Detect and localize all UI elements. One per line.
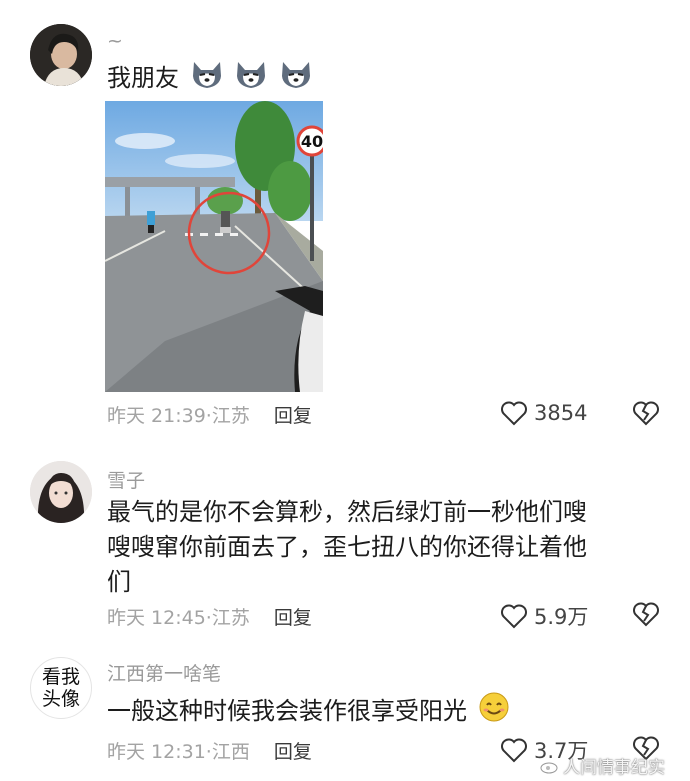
comment-time: 昨天 12:31 xyxy=(107,741,206,763)
broken-heart-icon xyxy=(633,602,659,627)
avatar[interactable] xyxy=(30,24,92,86)
comment-text-line: 们 xyxy=(107,568,131,596)
avatar-photo xyxy=(30,461,92,523)
heart-icon xyxy=(501,738,527,763)
weibo-logo-icon xyxy=(540,758,560,774)
smiling-face-emoji xyxy=(478,691,510,733)
comment-username[interactable]: 江西第一啥笔 xyxy=(107,659,221,686)
husky-dog-emoji xyxy=(279,58,313,100)
comment-location: 江苏 xyxy=(211,405,250,427)
avatar[interactable] xyxy=(30,461,92,523)
comment-text: 一般这种时候我会装作很享受阳光 xyxy=(107,691,647,733)
avatar-text: 看我 xyxy=(41,666,80,688)
watermark: 人间情事纪实 xyxy=(540,753,665,778)
comment-time: 昨天 21:39 xyxy=(107,405,206,427)
like-count: 5.9万 xyxy=(534,605,589,629)
dislike-button[interactable] xyxy=(632,400,660,430)
husky-dog-emoji xyxy=(234,58,268,100)
comment-username[interactable]: ~ xyxy=(107,30,123,52)
comment-text-body: 我朋友 xyxy=(107,64,179,92)
like-count: 3854 xyxy=(534,401,588,425)
comment-text-body: 一般这种时候我会装作很享受阳光 xyxy=(107,697,467,725)
comment-text: 最气的是你不会算秒，然后绿灯前一秒他们嗖 嗖嗖窜你前面去了，歪七扭八的你还得让着… xyxy=(107,495,647,600)
street-scene-image: 40 xyxy=(105,101,323,392)
avatar-photo xyxy=(30,24,92,86)
comment-text: 我朋友 xyxy=(107,58,647,100)
broken-heart-icon xyxy=(633,401,659,426)
husky-dog-emoji xyxy=(190,58,224,100)
comment-text-line: 最气的是你不会算秒，然后绿灯前一秒他们嗖 xyxy=(107,498,587,526)
comment-meta: 昨天 21:39·江苏 回复 xyxy=(107,405,312,427)
like-button[interactable]: 3854 xyxy=(500,400,587,426)
speed-limit-text: 40 xyxy=(301,132,323,151)
comment-photo[interactable]: 40 xyxy=(105,101,323,392)
reply-button[interactable]: 回复 xyxy=(274,607,312,629)
dislike-button[interactable] xyxy=(632,601,660,631)
watermark-text: 人间情事纪实 xyxy=(563,758,665,778)
comment-meta: 昨天 12:31·江西 回复 xyxy=(107,741,312,763)
comment-location: 江苏 xyxy=(211,607,250,629)
comment-text-line: 嗖嗖窜你前面去了，歪七扭八的你还得让着他 xyxy=(107,533,587,561)
reply-button[interactable]: 回复 xyxy=(274,405,312,427)
comment-time: 昨天 12:45 xyxy=(107,607,206,629)
comment-location: 江西 xyxy=(211,741,250,763)
like-button[interactable]: 5.9万 xyxy=(500,601,588,631)
comment-meta: 昨天 12:45·江苏 回复 xyxy=(107,607,312,629)
heart-icon xyxy=(501,401,527,426)
reply-button[interactable]: 回复 xyxy=(274,741,312,763)
avatar[interactable]: 看我 头像 xyxy=(30,657,92,719)
comment-username[interactable]: 雪子 xyxy=(107,466,145,493)
heart-icon xyxy=(501,604,527,629)
avatar-text: 头像 xyxy=(41,688,80,710)
